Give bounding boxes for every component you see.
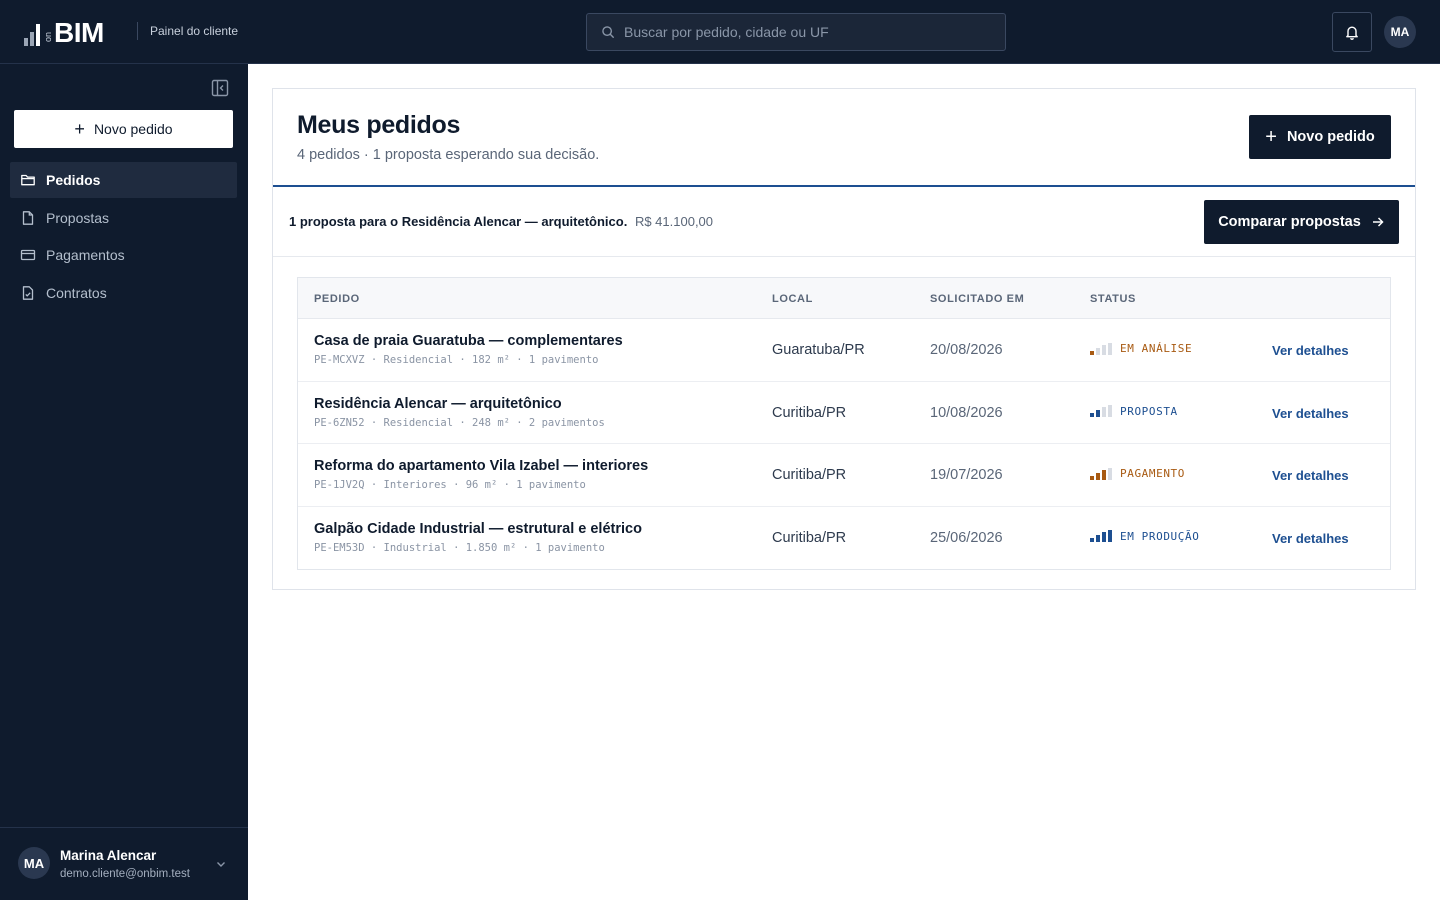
status-label: EM PRODUÇÃO <box>1120 529 1200 543</box>
sidebar-item-pedidos[interactable]: Pedidos <box>10 162 237 198</box>
view-details-link[interactable]: Ver detalhes <box>1272 406 1349 421</box>
search-input[interactable] <box>624 24 994 40</box>
order-date: 20/08/2026 <box>930 342 1003 358</box>
user-menu[interactable]: MA Marina Alencar demo.cliente@onbim.tes… <box>0 827 248 900</box>
orders-card: Meus pedidos 4 pedidos · 1 proposta espe… <box>272 88 1416 590</box>
status-level-icon <box>1090 342 1112 355</box>
sidebar-nav: Pedidos Propostas Pagamentos Contratos <box>10 162 237 312</box>
search-box[interactable] <box>586 13 1006 51</box>
banner-message: 1 proposta para o Residência Alencar — a… <box>289 214 713 229</box>
sidebar-new-order-label: Novo pedido <box>93 121 173 137</box>
status-badge: PAGAMENTO <box>1090 467 1185 480</box>
order-location: Curitiba/PR <box>772 404 847 421</box>
view-details-link[interactable]: Ver detalhes <box>1272 343 1349 358</box>
view-details-link[interactable]: Ver detalhes <box>1272 468 1349 483</box>
new-order-label: Novo pedido <box>1286 129 1375 145</box>
table-row: Residência Alencar — arquitetônico PE-6Z… <box>298 382 1390 444</box>
status-level-icon <box>1090 530 1112 542</box>
order-meta: PE-EM53D · Industrial · 1.850 m² · 1 pav… <box>314 541 605 554</box>
order-location: Guaratuba/PR <box>772 342 865 358</box>
contract-icon <box>22 285 34 300</box>
compare-proposals-label: Comparar propostas <box>1218 214 1361 230</box>
sidebar-user-avatar: MA <box>18 847 50 879</box>
sidebar-item-label: Propostas <box>46 209 110 226</box>
logo-bars-icon <box>24 22 40 46</box>
proposal-banner: 1 proposta para o Residência Alencar — a… <box>273 187 1415 257</box>
folder-icon <box>21 174 35 186</box>
search-icon <box>602 26 614 38</box>
column-header-local: LOCAL <box>772 293 813 305</box>
order-date: 10/08/2026 <box>930 404 1003 421</box>
topbar-divider <box>137 22 138 40</box>
column-header-pedido: PEDIDO <box>314 293 360 305</box>
order-meta: PE-1JV2Q · Interiores · 96 m² · 1 pavime… <box>314 479 586 491</box>
chevron-down-icon[interactable] <box>215 858 227 870</box>
logo-text: BIM <box>54 17 104 48</box>
page-title: Meus pedidos <box>297 111 461 139</box>
status-badge: EM ANÁLISE <box>1090 342 1192 355</box>
user-email: demo.cliente@onbim.test <box>60 868 190 880</box>
status-badge: EM PRODUÇÃO <box>1090 530 1199 543</box>
sidebar-item-contratos[interactable]: Contratos <box>10 275 237 311</box>
order-meta: PE-6ZN52 · Residencial · 248 m² · 2 pavi… <box>314 416 605 429</box>
column-header-status: STATUS <box>1090 293 1136 305</box>
table-header: PEDIDO LOCAL SOLICITADO EM STATUS <box>298 278 1390 319</box>
credit-card-icon <box>20 249 36 261</box>
user-name: Marina Alencar <box>60 848 157 863</box>
status-label: EM ANÁLISE <box>1120 342 1193 355</box>
sidebar: + Novo pedido Pedidos Propostas Pagament… <box>0 64 248 900</box>
panel-subtitle: Painel do cliente <box>150 24 239 38</box>
status-level-icon <box>1090 405 1112 417</box>
table-row: Galpão Cidade Industrial — estrutural e … <box>298 507 1390 570</box>
order-meta: PE-MCXVZ · Residencial · 182 m² · 1 pavi… <box>314 354 599 366</box>
status-badge: PROPOSTA <box>1090 405 1178 418</box>
top-bar: on BIM Painel do cliente MA <box>0 0 1440 64</box>
plus-icon: + <box>74 119 85 139</box>
sidebar-item-propostas[interactable]: Propostas <box>10 200 237 236</box>
sidebar-item-pagamentos[interactable]: Pagamentos <box>10 237 237 273</box>
order-location: Curitiba/PR <box>772 467 847 483</box>
order-title: Casa de praia Guaratuba — complementares <box>314 333 623 349</box>
sidebar-item-label: Pagamentos <box>46 247 125 263</box>
view-details-link[interactable]: Ver detalhes <box>1272 531 1349 546</box>
order-date: 25/06/2026 <box>930 529 1003 546</box>
user-avatar[interactable]: MA <box>1384 16 1416 48</box>
table-row: Reforma do apartamento Vila Izabel — int… <box>298 444 1390 507</box>
banner-amount: R$ 41.100,00 <box>634 214 714 229</box>
sidebar-item-label: Pedidos <box>46 172 101 188</box>
page-subtitle: 4 pedidos · 1 proposta esperando sua dec… <box>297 147 600 163</box>
onbim-logo[interactable]: on BIM <box>24 17 104 48</box>
order-title: Reforma do apartamento Vila Izabel — int… <box>314 458 649 474</box>
logo-prefix: on <box>43 32 53 43</box>
sidebar-item-label: Contratos <box>46 284 107 301</box>
new-order-button[interactable]: + Novo pedido <box>1249 115 1391 159</box>
sidebar-new-order-button[interactable]: + Novo pedido <box>14 110 233 148</box>
plus-icon: + <box>1265 126 1277 148</box>
collapse-sidebar-icon[interactable] <box>211 79 229 97</box>
banner-text: 1 proposta para o Residência Alencar — a… <box>289 214 628 229</box>
notifications-button[interactable] <box>1332 12 1372 52</box>
status-label: PAGAMENTO <box>1120 467 1186 480</box>
order-location: Curitiba/PR <box>772 529 847 546</box>
document-icon <box>22 210 34 225</box>
order-date: 19/07/2026 <box>930 467 1003 483</box>
status-label: PROPOSTA <box>1120 404 1178 418</box>
table-row: Casa de praia Guaratuba — complementares… <box>298 319 1390 382</box>
column-header-solicitado-em: SOLICITADO EM <box>930 293 1025 305</box>
arrow-right-icon <box>1372 217 1384 227</box>
order-title: Residência Alencar — arquitetônico <box>314 395 562 412</box>
compare-proposals-button[interactable]: Comparar propostas <box>1204 200 1399 244</box>
bell-icon <box>1346 26 1358 40</box>
order-title: Galpão Cidade Industrial — estrutural e … <box>314 520 642 537</box>
status-level-icon <box>1090 467 1112 480</box>
orders-table: PEDIDO LOCAL SOLICITADO EM STATUS Casa d… <box>297 277 1391 570</box>
